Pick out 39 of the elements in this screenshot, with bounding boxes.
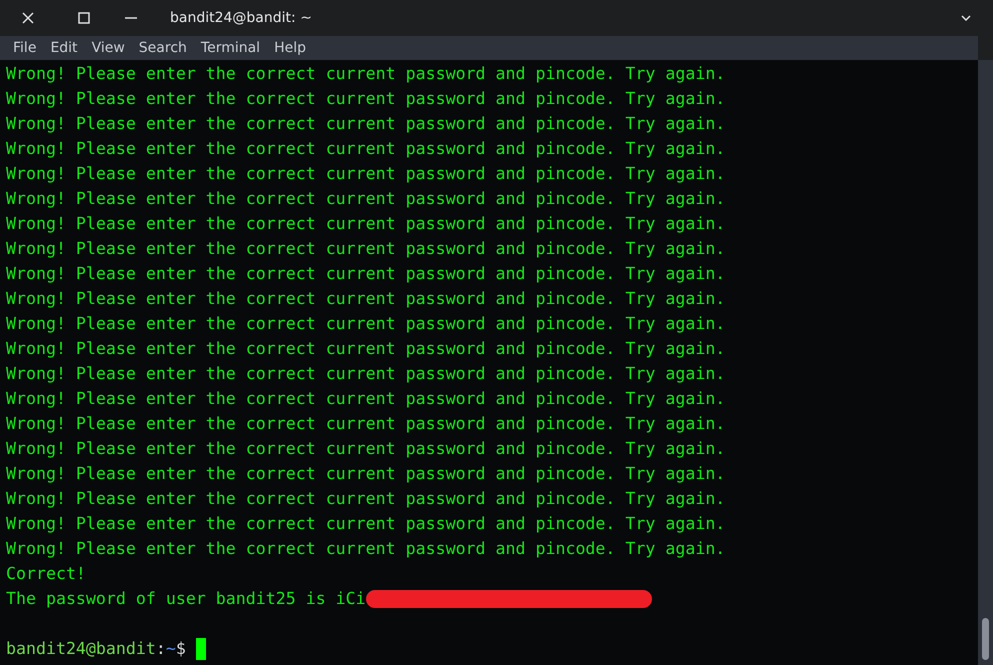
output-line: Wrong! Please enter the correct current password and pincode. Try again. [6,113,726,135]
minimize-icon[interactable] [124,16,138,20]
menu-item[interactable]: Terminal [194,40,268,56]
menu-item[interactable]: File [6,40,44,56]
menu-item[interactable]: Edit [43,40,85,56]
prompt-path: ~ [166,638,176,660]
prompt-symbol: $ [176,638,186,660]
text-cursor [196,638,206,660]
menu-item[interactable]: Search [132,40,194,56]
output-line: Wrong! Please enter the correct current password and pincode. Try again. [6,288,726,310]
output-line: Wrong! Please enter the correct current password and pincode. Try again. [6,63,726,85]
chevron-down-icon[interactable] [961,15,971,21]
output-line: Correct! [6,563,87,585]
output-line: Wrong! Please enter the correct current password and pincode. Try again. [6,438,726,460]
output-line: Wrong! Please enter the correct current password and pincode. Try again. [6,513,726,535]
output-line: Wrong! Please enter the correct current password and pincode. Try again. [6,263,726,285]
maximize-icon[interactable] [78,12,90,24]
output-line: Wrong! Please enter the correct current password and pincode. Try again. [6,463,726,485]
output-line: Wrong! Please enter the correct current password and pincode. Try again. [6,238,726,260]
output-line: Wrong! Please enter the correct current password and pincode. Try again. [6,163,726,185]
prompt-user-host: bandit24@bandit [6,638,156,660]
output-line: Wrong! Please enter the correct current password and pincode. Try again. [6,388,726,410]
output-line: Wrong! Please enter the correct current password and pincode. Try again. [6,188,726,210]
scrollbar-thumb[interactable] [982,618,989,660]
window-title: bandit24@bandit: ~ [170,10,312,26]
menu-item[interactable]: View [84,40,132,56]
output-line: Wrong! Please enter the correct current password and pincode. Try again. [6,138,726,160]
output-line: Wrong! Please enter the correct current password and pincode. Try again. [6,363,726,385]
prompt-separator: : [156,638,166,660]
output-line: Wrong! Please enter the correct current password and pincode. Try again. [6,313,726,335]
close-icon[interactable] [21,11,35,25]
output-line: Wrong! Please enter the correct current password and pincode. Try again. [6,413,726,435]
output-line: Wrong! Please enter the correct current password and pincode. Try again. [6,538,726,560]
output-line: Wrong! Please enter the correct current password and pincode. Try again. [6,213,726,235]
output-line: Wrong! Please enter the correct current password and pincode. Try again. [6,88,726,110]
output-line: Wrong! Please enter the correct current password and pincode. Try again. [6,488,726,510]
menu-item[interactable]: Help [267,40,313,56]
output-line: The password of user bandit25 is iCi [6,588,366,610]
output-line: Wrong! Please enter the correct current password and pincode. Try again. [6,338,726,360]
